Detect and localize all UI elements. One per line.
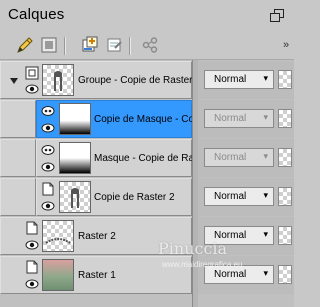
layer-controls: Normal ▾ <box>198 178 294 216</box>
mask-icon <box>41 145 55 155</box>
layer-cell[interactable]: Masque - Copie de Rast <box>36 139 192 177</box>
layers-panel: Groupe - Copie de Raster 2 Normal ▾ Copi… <box>0 59 294 307</box>
layer-indent <box>0 178 36 216</box>
opacity-swatch[interactable] <box>278 109 292 128</box>
eye-icon[interactable] <box>41 201 55 211</box>
raster-layer-icon <box>42 182 54 196</box>
blend-mode-value: Normal <box>214 74 247 85</box>
eye-icon[interactable] <box>25 240 39 250</box>
chevron-down-icon: ▾ <box>263 229 268 239</box>
layer-row[interactable]: Groupe - Copie de Raster 2 Normal ▾ <box>0 61 294 99</box>
panel-title: Calques <box>8 6 65 23</box>
blend-mode-value: Normal <box>214 113 247 124</box>
blend-mode-value: Normal <box>214 269 247 280</box>
blend-mode-dropdown[interactable]: Normal ▾ <box>204 70 274 89</box>
blend-mode-dropdown[interactable]: Normal ▾ <box>204 109 274 128</box>
layers-toolbar: » <box>0 34 294 58</box>
layer-thumbnail <box>59 181 91 213</box>
layer-thumbnail <box>59 142 91 174</box>
opacity-swatch[interactable] <box>278 226 292 245</box>
panel-splitter[interactable] <box>192 60 198 307</box>
duplicate-icon[interactable] <box>80 35 100 55</box>
blend-mode-dropdown[interactable]: Normal ▾ <box>204 187 274 206</box>
eye-icon[interactable] <box>41 162 55 172</box>
layer-row[interactable]: Raster 1 Normal ▾ <box>0 256 294 294</box>
opacity-swatch[interactable] <box>278 148 292 167</box>
mask-icon <box>41 106 55 116</box>
blend-mode-value: Normal <box>214 191 247 202</box>
toolbar-separator <box>64 37 65 55</box>
chevron-down-icon: ▾ <box>263 268 268 278</box>
eye-icon[interactable] <box>25 279 39 289</box>
layer-name: Masque - Copie de Rast <box>94 153 192 164</box>
opacity-swatch[interactable] <box>278 187 292 206</box>
layer-name: Copie de Raster 2 <box>94 192 175 203</box>
layer-row[interactable]: Copie de Masque - Copi Normal ▾ <box>0 100 294 138</box>
layer-cell[interactable]: Groupe - Copie de Raster 2 <box>0 61 192 99</box>
layer-controls: Normal ▾ <box>198 61 294 99</box>
opacity-swatch[interactable] <box>278 70 292 89</box>
raster-layer-icon <box>26 221 38 235</box>
pencil-icon[interactable] <box>15 35 35 55</box>
chevron-down-icon: ▾ <box>263 151 268 161</box>
toolbar-overflow-icon[interactable]: » <box>283 39 289 51</box>
link-icon[interactable] <box>140 35 160 55</box>
new-layer-icon[interactable] <box>39 35 59 55</box>
layer-controls: Normal ▾ <box>198 139 294 177</box>
layer-name: Groupe - Copie de Raster 2 <box>78 75 192 86</box>
layer-thumbnail <box>42 64 74 96</box>
toolbar-separator <box>129 37 130 55</box>
raster-layer-icon <box>26 260 38 274</box>
panel-title-bar: Calques <box>0 0 294 34</box>
blend-mode-dropdown[interactable]: Normal ▾ <box>204 148 274 167</box>
opacity-swatch[interactable] <box>278 265 292 284</box>
layer-indent <box>0 139 36 177</box>
watermark-url: www.maidiregrafica.eu <box>162 260 243 269</box>
merge-icon[interactable] <box>104 35 124 55</box>
chevron-down-icon: ▾ <box>263 73 268 83</box>
layer-name: Copie de Masque - Copi <box>94 114 192 125</box>
chevron-down-icon: ▾ <box>263 112 268 122</box>
group-layer-icon <box>25 66 39 80</box>
layer-controls: Normal ▾ <box>198 100 294 138</box>
layer-thumbnail <box>42 220 74 252</box>
layer-thumbnail <box>42 259 74 291</box>
layer-indent <box>0 100 36 138</box>
layer-name: Raster 1 <box>78 270 116 281</box>
layer-thumbnail <box>59 103 91 135</box>
watermark-title: Pinuccia <box>158 239 228 258</box>
layer-row[interactable]: Masque - Copie de Rast Normal ▾ <box>0 139 294 177</box>
layer-row[interactable]: Copie de Raster 2 Normal ▾ <box>0 178 294 216</box>
dock-icon[interactable] <box>270 9 284 23</box>
layer-row[interactable]: Raster 2 Normal ▾ <box>0 217 294 255</box>
blend-mode-value: Normal <box>214 152 247 163</box>
layer-cell-selected[interactable]: Copie de Masque - Copi <box>36 100 192 138</box>
collapse-arrow-icon[interactable] <box>10 77 18 85</box>
eye-icon[interactable] <box>41 123 55 133</box>
layer-cell[interactable]: Copie de Raster 2 <box>36 178 192 216</box>
eye-icon[interactable] <box>25 84 39 94</box>
chevron-down-icon: ▾ <box>263 190 268 200</box>
